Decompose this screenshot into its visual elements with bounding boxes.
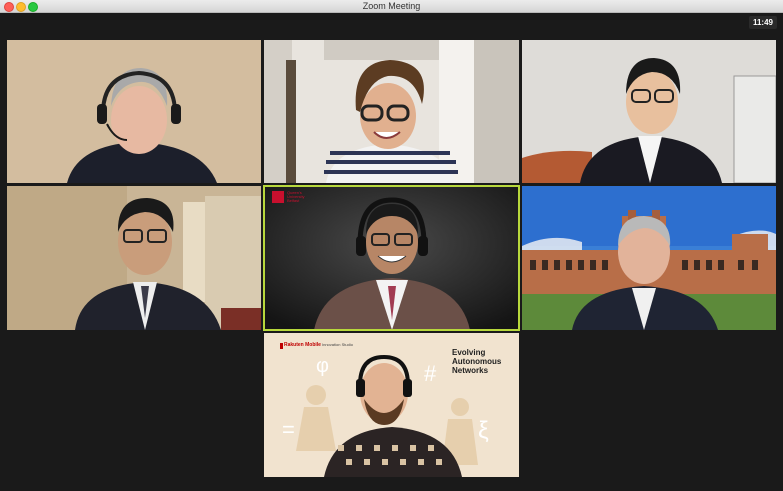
brand-subtitle: Innovation Studio [322,342,353,347]
meeting-clock: 11:49 [748,16,777,29]
video-tile-2[interactable] [264,40,519,183]
participant-video-5 [264,186,519,330]
queens-university-logo-icon [272,191,284,203]
company-brand: Rakuten Mobile [284,342,321,348]
video-tile-3[interactable] [522,40,776,183]
rakuten-logo-icon [280,343,283,349]
university-logo-text: Queen's University Belfast [287,190,305,203]
participant-video-1 [7,40,261,183]
decorative-symbol-hash: # [424,361,437,386]
video-tile-1[interactable] [7,40,261,183]
video-tile-7[interactable]: Rakuten Mobile Innovation Studio Evolvin… [264,333,519,477]
video-tile-4[interactable] [7,186,261,330]
participant-video-4 [7,186,261,330]
participant-video-3 [522,40,776,183]
video-tile-6[interactable] [522,186,776,330]
video-tile-5-active-speaker[interactable]: Queen's University Belfast [263,185,520,331]
title-bar: Zoom Meeting [0,0,783,13]
window-title: Zoom Meeting [362,1,421,11]
decorative-symbol-phi: φ [316,355,329,377]
decorative-symbol-equals: = [282,417,295,442]
participant-video-6 [522,186,776,330]
brand-headline: Evolving Autonomous Networks [452,348,502,375]
participant-video-2 [264,40,519,183]
decorative-symbol-xi: ξ [478,417,489,444]
